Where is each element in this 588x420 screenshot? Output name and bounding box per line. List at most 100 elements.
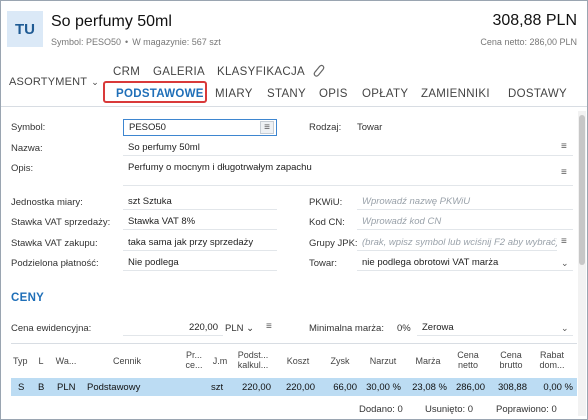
page-title: So perfumy 50ml [51,13,172,30]
vat-sale-label: Stawka VAT sprzedaży: [11,217,111,228]
price-table-header: Typ L Wa... Cennik Pr... ce... J.m Podst… [11,343,577,377]
cn-label: Kod CN: [309,217,345,228]
min-margin-select[interactable]: Zerowa [417,320,573,336]
vat-buy-label: Stawka VAT zakupu: [11,238,98,249]
product-subtitle: Symbol: PESO50 • W magazynie: 567 szt [51,37,221,47]
name-label: Nazwa: [11,143,43,154]
product-header: TU So perfumy 50ml Symbol: PESO50 • W maga… [1,1,587,59]
cell-unit: szt [211,382,224,393]
col-pricelist[interactable]: Cennik [107,356,147,366]
unit-input[interactable]: szt Sztuka [123,194,277,210]
symbol-label: Symbol: [11,122,46,133]
cn-input[interactable]: Wprowadź kod CN [357,214,573,230]
jpk-label: Grupy JPK: [309,238,358,249]
cell-cost: 220,00 [285,382,315,393]
symbol-input[interactable]: PESO50 ≡ [123,119,277,136]
table-row[interactable]: S B PLN Podstawowy szt 220,00 220,00 66,… [11,378,577,396]
tab-bar: ASORTYMENT ⌄ CRM GALERIA KLASYFIKACJA POD… [1,59,587,107]
cell-profit: 66,00 [333,382,357,393]
menu-icon[interactable]: ≡ [260,121,274,134]
avatar: TU [7,11,43,47]
separator-dot: • [125,37,129,47]
cell-type: S [18,382,25,393]
min-margin-value[interactable]: 0% [397,323,411,334]
menu-icon[interactable]: ≡ [561,141,567,152]
fixed-count: Poprawiono: 0 [496,404,557,415]
col-profit[interactable]: Zysk [325,356,355,366]
vat-sale-select[interactable]: Stawka VAT 8% [123,214,277,230]
removed-count: Usunięto: 0 [425,404,474,415]
pkwiu-input[interactable]: Wprowadź nazwę PKWiU [357,194,573,210]
col-discount[interactable]: Rabat dom... [535,350,569,370]
prices-section-title: CENY [11,292,45,304]
tab-description[interactable]: OPIS [319,88,348,100]
kind-label: Rodzaj: [309,122,342,133]
cell-gross-price: 308,88 [497,382,527,393]
chevron-down-icon[interactable]: ⌄ [561,258,569,269]
tab-assortment[interactable]: ASORTYMENT ⌄ [9,76,99,88]
cell-l: B [38,382,45,393]
col-currency[interactable]: Wa... [53,356,79,366]
scrollbar-thumb[interactable] [579,115,585,265]
col-gross-price[interactable]: Cena brutto [495,350,527,370]
tab-gallery[interactable]: GALERIA [153,66,205,78]
name-input[interactable]: So perfumy 50ml [123,140,573,156]
chevron-down-icon[interactable]: ⌄ [561,323,569,334]
added-count: Dodano: 0 [359,404,403,415]
jpk-input[interactable]: (brak, wpisz symbol lub wciśnij F2 aby w… [357,235,557,251]
col-margin[interactable]: Marża [411,356,445,366]
tab-measures[interactable]: MIARY [215,88,253,100]
cell-margin: 23,08 % [412,382,447,393]
tab-stock[interactable]: STANY [267,88,306,100]
tab-crm[interactable]: CRM [113,66,140,78]
record-price-label: Cena ewidencyjna: [11,323,92,334]
record-price-input[interactable]: 220,00 [123,320,223,336]
goods-select[interactable]: nie podlega obrotowi VAT marża [357,255,573,271]
cell-discount: 0,00 % [543,382,573,393]
tab-fees[interactable]: OPŁATY [362,88,408,100]
split-payment-label: Podzielona płatność: [11,258,99,269]
unit-label: Jednostka miary: [11,197,83,208]
description-label: Opis: [11,163,34,174]
paperclip-icon[interactable] [311,63,325,82]
cell-markup: 30,00 % [366,382,401,393]
tab-assortment-label: ASORTYMENT [9,76,88,88]
split-payment-select[interactable]: Nie podlega [123,255,277,271]
gross-price: 308,88 PLN [492,12,577,29]
vat-buy-select[interactable]: taka sama jak przy sprzedaży [123,235,277,251]
col-type[interactable]: Typ [13,356,28,366]
menu-icon[interactable]: ≡ [561,167,567,178]
pkwiu-label: PKWiU: [309,197,343,208]
chevron-down-icon: ⌄ [91,77,99,87]
net-price: Cena netto: 286,00 PLN [480,37,577,47]
product-window: TU So perfumy 50ml Symbol: PESO50 • W maga… [0,0,588,420]
description-input[interactable]: Perfumy o mocnym i długotrwałym zapachu [123,160,573,186]
cell-currency: PLN [57,382,76,393]
vertical-scrollbar[interactable] [578,111,586,416]
col-net-price[interactable]: Cena netto [453,350,483,370]
cell-calc-base: 220,00 [241,382,271,393]
goods-label: Towar: [309,258,337,269]
symbol-value: PESO50 [129,122,166,133]
col-price-level[interactable]: Pr... ce... [181,350,207,370]
tab-substitutes[interactable]: ZAMIENNIKI [421,88,490,100]
currency-value: PLN [225,323,244,334]
tab-basic[interactable]: PODSTAWOWE [116,88,204,100]
stock-info: W magazynie: 567 szt [132,37,221,47]
col-l[interactable]: L [35,356,47,366]
symbol-info: Symbol: PESO50 [51,37,122,47]
col-unit[interactable]: J.m [209,356,231,366]
tab-classification[interactable]: KLASYFIKACJA [217,66,305,78]
col-markup[interactable]: Narzut [365,356,401,366]
cell-pricelist: Podstawowy [87,382,141,393]
kind-value: Towar [357,122,383,133]
menu-icon[interactable]: ≡ [266,321,272,332]
cell-net-price: 286,00 [455,382,485,393]
tab-deliveries[interactable]: DOSTAWY [508,88,567,100]
menu-icon[interactable]: ≡ [561,236,567,247]
chevron-down-icon: ⌄ [246,323,255,334]
min-margin-label: Minimalna marża: [309,323,384,334]
col-calc-base[interactable]: Podst... kalkul... [233,350,273,370]
currency-select[interactable]: PLN ⌄ [225,323,254,334]
col-cost[interactable]: Koszt [283,356,313,366]
